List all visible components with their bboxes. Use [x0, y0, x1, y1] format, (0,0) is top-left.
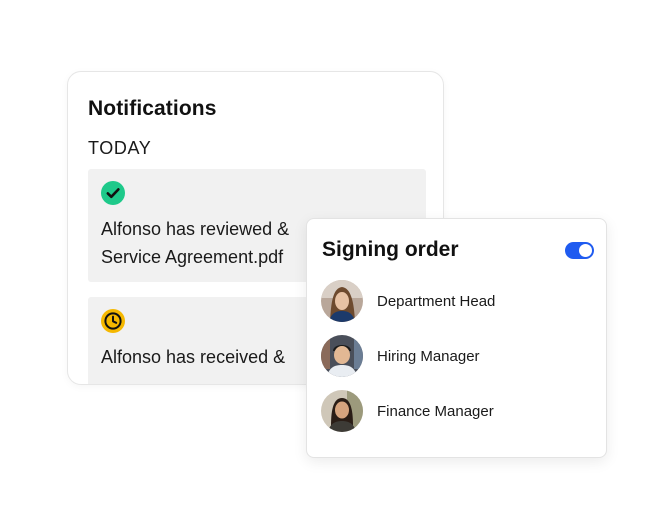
- signing-order-toggle[interactable]: [565, 242, 594, 259]
- signer-name: Hiring Manager: [377, 347, 480, 365]
- signer-finance-manager[interactable]: Finance Manager: [321, 390, 591, 432]
- notifications-title: Notifications: [88, 97, 217, 120]
- signing-order-title: Signing order: [322, 238, 459, 261]
- signer-name: Department Head: [377, 292, 496, 310]
- clock-icon: [101, 309, 125, 333]
- section-header-today: TODAY: [88, 138, 152, 158]
- check-circle-icon: [101, 181, 125, 205]
- signer-name: Finance Manager: [377, 402, 494, 420]
- stage: Notifications TODAY Alfonso has reviewed…: [0, 0, 672, 520]
- avatar: [321, 280, 363, 322]
- signing-order-panel: Signing order Department Head Hiring Man…: [306, 218, 607, 458]
- signer-hiring-manager[interactable]: Hiring Manager: [321, 335, 591, 377]
- toggle-knob: [579, 244, 592, 257]
- avatar: [321, 390, 363, 432]
- avatar: [321, 335, 363, 377]
- signer-department-head[interactable]: Department Head: [321, 280, 591, 322]
